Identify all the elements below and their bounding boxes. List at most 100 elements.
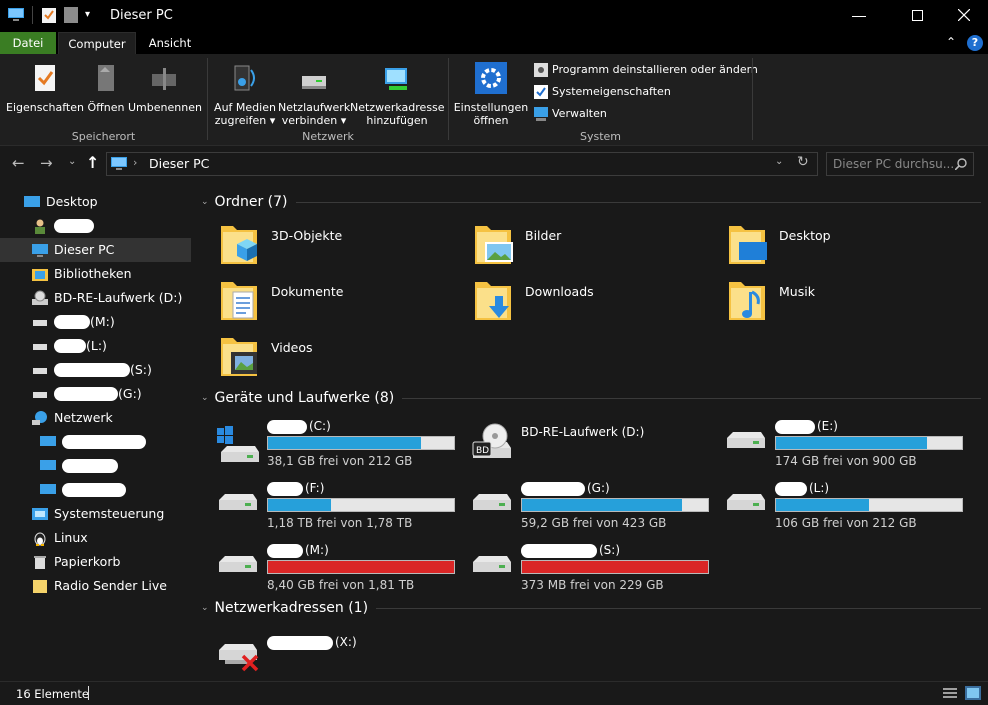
redacted-text: [54, 339, 86, 353]
breadcrumb-this-pc[interactable]: Dieser PC: [149, 156, 209, 171]
drive-e[interactable]: (E:) 174 GB frei von 900 GB: [725, 414, 975, 470]
close-button[interactable]: [958, 9, 970, 21]
uninstall-icon: [534, 63, 548, 77]
folder-documents-icon: [221, 282, 257, 320]
nav-item-network-pc[interactable]: [40, 430, 146, 454]
drive-s[interactable]: (S:) 373 MB frei von 229 GB: [471, 538, 721, 594]
nav-item-bdre[interactable]: BD-RE-Laufwerk (D:): [32, 286, 182, 310]
folder-videos[interactable]: Videos: [219, 334, 469, 382]
add-network-location-button[interactable]: Netzwerkadresse hinzufügen: [350, 62, 445, 127]
nav-item-network[interactable]: Netzwerk: [32, 406, 113, 430]
drive-name: (S:): [599, 543, 621, 557]
breadcrumb-chevron-icon[interactable]: ›: [133, 156, 137, 169]
nav-item-drive-l[interactable]: (L:): [32, 334, 107, 358]
drive-l[interactable]: (L:) 106 GB frei von 212 GB: [725, 476, 975, 532]
system-properties-button[interactable]: Systemeigenschaften: [534, 82, 671, 102]
svg-text:BD: BD: [476, 446, 489, 456]
refresh-icon[interactable]: ↻: [797, 154, 809, 170]
nav-item-radio-sender[interactable]: Radio Sender Live: [32, 574, 167, 598]
section-network-locations-header[interactable]: ⌄ Netzwerkadressen (1): [201, 598, 981, 618]
settings-gear-icon: [475, 62, 507, 94]
network-icon: [32, 411, 47, 425]
nav-item-control-panel[interactable]: Systemsteuerung: [32, 502, 164, 526]
folder-music[interactable]: Musik: [727, 278, 977, 326]
folder-desktop[interactable]: Desktop: [727, 222, 977, 270]
section-drives-header[interactable]: ⌄ Geräte und Laufwerke (8): [201, 388, 981, 408]
minimize-button[interactable]: [852, 16, 866, 17]
open-button[interactable]: Öffnen: [86, 62, 126, 114]
properties-button[interactable]: Eigenschaften: [6, 62, 84, 114]
drive-c[interactable]: (C:) 38,1 GB frei von 212 GB: [217, 414, 467, 470]
details-view-icon[interactable]: [943, 687, 957, 699]
collapse-chevron-icon[interactable]: ⌄: [201, 393, 209, 403]
nav-item-recycle-bin[interactable]: Papierkorb: [32, 550, 120, 574]
search-icon[interactable]: [955, 158, 967, 170]
drive-f[interactable]: (F:) 1,18 TB frei von 1,78 TB: [217, 476, 467, 532]
nav-label: Papierkorb: [54, 554, 121, 569]
nav-item-drive-g[interactable]: (G:): [32, 382, 142, 406]
forward-button[interactable]: →: [40, 154, 53, 172]
maximize-button[interactable]: [912, 10, 923, 21]
drive-free-space: 59,2 GB frei von 423 GB: [521, 516, 667, 530]
collapse-ribbon-icon[interactable]: ⌃: [946, 35, 956, 49]
map-network-drive-button[interactable]: Netzlaufwerk verbinden ▾: [278, 62, 350, 127]
customize-quick-access-icon[interactable]: ▾: [85, 9, 90, 20]
hard-drive-icon: [219, 494, 257, 510]
nav-item-network-pc[interactable]: [40, 454, 118, 478]
search-input[interactable]: Dieser PC durchsu...: [826, 152, 974, 176]
nav-item-linux[interactable]: Linux: [32, 526, 88, 550]
properties-quick-icon[interactable]: [42, 7, 56, 23]
drive-name: (E:): [817, 419, 838, 433]
drive-m[interactable]: (M:) 8,40 GB frei von 1,81 TB: [217, 538, 467, 594]
address-dropdown-icon[interactable]: ⌄: [775, 156, 783, 167]
nav-item-user[interactable]: [32, 214, 94, 238]
nav-item-desktop[interactable]: Desktop: [24, 190, 98, 214]
drive-name: BD-RE-Laufwerk (D:): [521, 425, 645, 439]
uninstall-program-button[interactable]: Programm deinstallieren oder ändern: [534, 60, 758, 80]
drive-bdre[interactable]: BD BD-RE-Laufwerk (D:): [471, 414, 721, 470]
network-drive-x[interactable]: (X:): [217, 628, 467, 684]
nav-item-network-pc[interactable]: [40, 478, 126, 502]
drive-usage-bar: [267, 436, 455, 450]
group-system-label: System: [579, 130, 622, 143]
back-button[interactable]: ←: [12, 154, 25, 172]
new-folder-quick-icon[interactable]: [64, 7, 78, 23]
folder-downloads[interactable]: Downloads: [473, 278, 723, 326]
redacted-text: [267, 481, 303, 496]
section-folders-header[interactable]: ⌄ Ordner (7): [201, 192, 981, 212]
media-access-button[interactable]: Auf Medien zugreifen ▾: [212, 62, 278, 127]
drive-g[interactable]: (G:) 59,2 GB frei von 423 GB: [471, 476, 721, 532]
drive-usage-bar: [521, 498, 709, 512]
folder-3d-objects[interactable]: 3D-Objekte: [219, 222, 469, 270]
open-settings-button[interactable]: Einstellungen öffnen: [452, 62, 530, 127]
address-path-box[interactable]: › Dieser PC ⌄ ↻: [106, 152, 818, 176]
nav-item-drive-s[interactable]: (S:): [32, 358, 152, 382]
drive-name: (X:): [335, 635, 357, 649]
collapse-chevron-icon[interactable]: ⌄: [201, 197, 209, 207]
folder-music-icon: [729, 282, 765, 320]
folder-label: Dokumente: [271, 284, 344, 299]
search-placeholder: Dieser PC durchsu...: [833, 157, 955, 171]
this-pc-icon: [32, 244, 48, 257]
help-icon[interactable]: ?: [967, 35, 983, 51]
collapse-chevron-icon[interactable]: ⌄: [201, 603, 209, 613]
folder-documents[interactable]: Dokumente: [219, 278, 469, 326]
nav-label: Desktop: [46, 194, 98, 209]
nav-item-libraries[interactable]: Bibliotheken: [32, 262, 132, 286]
recent-locations-icon[interactable]: ⌄: [68, 156, 76, 167]
drive-name: (M:): [305, 543, 329, 557]
large-icons-view-icon[interactable]: [965, 686, 981, 700]
manage-button[interactable]: Verwalten: [534, 104, 607, 124]
tab-computer[interactable]: Computer: [58, 32, 136, 54]
network-drive-icon: [302, 76, 326, 89]
up-button[interactable]: ↑: [86, 153, 99, 172]
network-location-icon: [385, 68, 407, 90]
tab-view[interactable]: Ansicht: [140, 32, 200, 54]
tab-file[interactable]: Datei: [0, 32, 56, 54]
folder-pictures[interactable]: Bilder: [473, 222, 723, 270]
drive-usage-bar: [775, 436, 963, 450]
rename-button[interactable]: Umbenennen: [128, 62, 202, 114]
redacted-text: [267, 635, 333, 650]
nav-item-drive-m[interactable]: (M:): [32, 310, 115, 334]
nav-item-this-pc[interactable]: Dieser PC: [0, 238, 191, 262]
